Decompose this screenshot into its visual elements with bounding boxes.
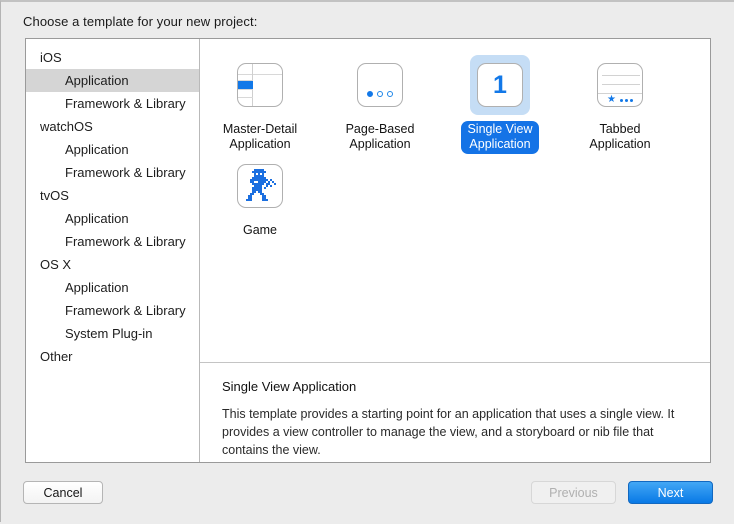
template-icon-wrap xyxy=(350,55,410,115)
previous-button[interactable]: Previous xyxy=(531,481,616,504)
new-project-template-dialog: Choose a template for your new project: … xyxy=(0,0,734,522)
template-tabbed-application[interactable]: ★ Tabbed Application xyxy=(560,53,680,154)
template-label: Page-Based Application xyxy=(345,122,415,151)
template-icon-wrap xyxy=(230,55,290,115)
sidebar-item-other[interactable]: Other xyxy=(26,345,199,368)
sidebar-item-framework-library[interactable]: Framework & Library xyxy=(26,161,199,184)
sidebar-item-framework-library[interactable]: Framework & Library xyxy=(26,230,199,253)
sidebar-item-watchos[interactable]: watchOS xyxy=(26,115,199,138)
template-label: Single View Application xyxy=(461,121,539,154)
game-sprite-svg xyxy=(246,169,276,201)
sidebar-item-framework-library[interactable]: Framework & Library xyxy=(26,299,199,322)
template-grid-area: Master-Detail Application Page-Based Appl… xyxy=(200,39,710,362)
sidebar-item-application[interactable]: Application xyxy=(26,69,199,92)
single-view-icon: 1 xyxy=(477,63,523,107)
template-game[interactable]: Game xyxy=(200,154,320,240)
template-single-view-application[interactable]: 1 Single View Application xyxy=(440,53,560,154)
description-title: Single View Application xyxy=(222,379,357,394)
sidebar-item-ios[interactable]: iOS xyxy=(26,46,199,69)
game-sprite-icon xyxy=(237,164,283,208)
dialog-button-bar: Cancel Previous Next xyxy=(1,472,734,524)
platform-sidebar[interactable]: iOS Application Framework & Library watchOS… xyxy=(26,39,200,462)
sidebar-item-system-plug-in[interactable]: System Plug-in xyxy=(26,322,199,345)
sidebar-item-framework-library[interactable]: Framework & Library xyxy=(26,92,199,115)
single-view-number: 1 xyxy=(493,70,507,99)
tabbed-icon: ★ xyxy=(597,63,643,107)
page-based-icon xyxy=(357,63,403,107)
template-master-detail-application[interactable]: Master-Detail Application xyxy=(200,53,320,154)
template-label: Master-Detail Application xyxy=(222,122,298,151)
sidebar-item-os-x[interactable]: OS X xyxy=(26,253,199,276)
template-icon-wrap: ★ xyxy=(590,55,650,115)
template-grid[interactable]: Master-Detail Application Page-Based Appl… xyxy=(200,53,710,240)
master-detail-icon xyxy=(237,63,283,107)
sidebar-item-application[interactable]: Application xyxy=(26,138,199,161)
next-button[interactable]: Next xyxy=(628,481,713,504)
template-label: Tabbed Application xyxy=(589,122,651,151)
template-page-based-application[interactable]: Page-Based Application xyxy=(320,53,440,154)
template-chooser-frame: iOS Application Framework & Library watchOS… xyxy=(25,38,711,463)
template-label: Game xyxy=(242,223,278,237)
page-title: Choose a template for your new project: xyxy=(23,14,258,29)
template-pane: Master-Detail Application Page-Based Appl… xyxy=(200,39,710,462)
sidebar-item-tvos[interactable]: tvOS xyxy=(26,184,199,207)
description-body: This template provides a starting point … xyxy=(222,407,675,457)
template-description-panel: Single View Application This template pr… xyxy=(200,362,710,462)
sidebar-item-application[interactable]: Application xyxy=(26,207,199,230)
cancel-button[interactable]: Cancel xyxy=(23,481,103,504)
sidebar-item-application[interactable]: Application xyxy=(26,276,199,299)
template-icon-wrap: 1 xyxy=(470,55,530,115)
template-icon-wrap xyxy=(230,156,290,216)
